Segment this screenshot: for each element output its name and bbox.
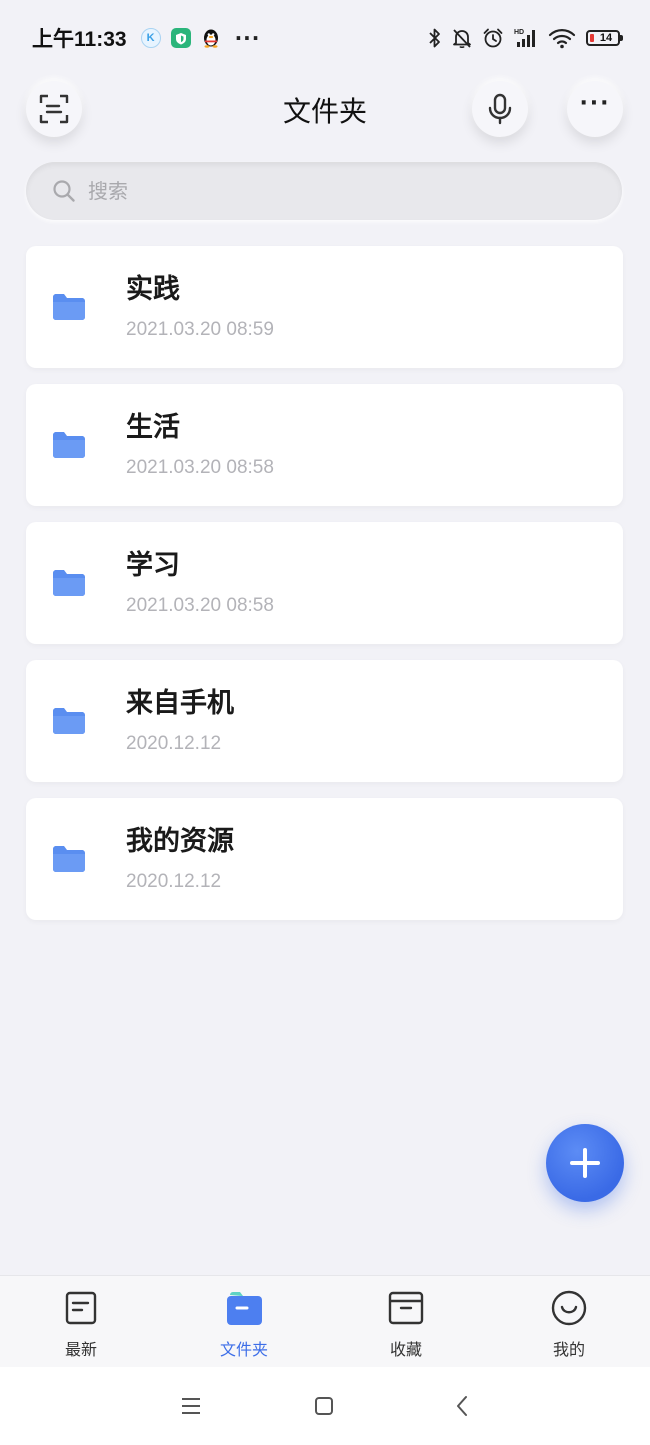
more-dots-icon: ··· [579, 91, 611, 116]
search-bar[interactable] [26, 162, 622, 220]
bell-muted-icon [451, 27, 473, 49]
folder-icon [53, 570, 85, 596]
folder-date: 2020.12.12 [126, 871, 222, 892]
nav-label: 最新 [64, 1340, 97, 1359]
menu-icon [182, 1398, 200, 1414]
folder-text: 实践 2021.03.20 08:59 [126, 273, 274, 341]
nav-favorites[interactable]: 收藏 [356, 1288, 456, 1360]
bluetooth-icon [428, 27, 442, 49]
folder-icon [53, 432, 85, 458]
penguin-app-icon [201, 28, 221, 48]
wifi-icon [548, 27, 576, 49]
k-app-icon: K [140, 28, 161, 48]
folder-icon [227, 1292, 262, 1325]
folder-name: 生活 [126, 412, 180, 443]
battery-icon: 14 [586, 30, 623, 46]
add-folder-button[interactable] [546, 1124, 624, 1202]
nav-label: 我的 [552, 1340, 585, 1359]
status-right: HD 14 [419, 27, 623, 49]
shield-app-icon [170, 28, 191, 48]
folder-item[interactable]: 我的资源 2020.12.12 [26, 798, 623, 920]
voice-button[interactable] [472, 81, 528, 137]
archive-box-icon [388, 1291, 424, 1325]
more-button[interactable]: ··· [567, 81, 623, 137]
system-home-button[interactable] [309, 1391, 339, 1421]
document-icon [65, 1291, 97, 1325]
smile-icon [551, 1290, 587, 1326]
back-chevron-icon [457, 1396, 467, 1416]
nav-latest[interactable]: 最新 [31, 1288, 131, 1360]
status-bar: 上午11:33 K ··· HD 14 [0, 0, 650, 76]
nav-label: 文件夹 [219, 1340, 268, 1359]
folder-date: 2021.03.20 08:58 [126, 595, 274, 616]
battery-percent: 14 [599, 32, 613, 44]
system-back-button[interactable] [447, 1391, 477, 1421]
status-left: 上午11:33 K ··· [32, 23, 260, 53]
folder-icon [53, 294, 85, 320]
folder-item[interactable]: 来自手机 2020.12.12 [26, 660, 623, 782]
folder-item[interactable]: 学习 2021.03.20 08:58 [26, 522, 623, 644]
folder-icon [53, 708, 85, 734]
bottom-nav: 最新 文件夹 收藏 我的 [0, 1275, 650, 1367]
folder-text: 生活 2021.03.20 08:58 [126, 411, 274, 479]
page-title: 文件夹 [282, 95, 367, 128]
folder-date: 2021.03.20 08:58 [126, 457, 274, 478]
search-input[interactable] [86, 178, 570, 204]
microphone-icon [488, 93, 512, 125]
alarm-icon [482, 27, 504, 49]
home-square-icon [315, 1397, 333, 1415]
search-icon [53, 180, 75, 202]
folder-name: 学习 [126, 550, 180, 581]
nav-mine[interactable]: 我的 [519, 1288, 619, 1360]
system-menu-button[interactable] [176, 1391, 206, 1421]
folder-text: 来自手机 2020.12.12 [126, 687, 234, 755]
app-header: 文件夹 ··· [0, 76, 650, 144]
folder-name: 我的资源 [126, 826, 234, 857]
battery-level [590, 34, 594, 42]
folder-list: 实践 2021.03.20 08:59 生活 2021.03.20 08:58 … [26, 246, 623, 936]
folder-name: 实践 [126, 274, 180, 305]
folder-text: 我的资源 2020.12.12 [126, 825, 234, 893]
nav-folders[interactable]: 文件夹 [194, 1288, 294, 1360]
folder-item[interactable]: 生活 2021.03.20 08:58 [26, 384, 623, 506]
status-more-dots: ··· [234, 26, 261, 50]
signal-icon: HD [513, 27, 539, 49]
status-time: 上午11:33 [32, 28, 127, 51]
folder-date: 2020.12.12 [126, 733, 222, 754]
folder-item[interactable]: 实践 2021.03.20 08:59 [26, 246, 623, 368]
nav-label: 收藏 [389, 1340, 422, 1359]
folder-name: 来自手机 [126, 688, 234, 719]
plus-icon [570, 1148, 600, 1178]
system-nav-bar [0, 1367, 650, 1445]
folder-text: 学习 2021.03.20 08:58 [126, 549, 274, 617]
svg-text:HD: HD [514, 29, 524, 36]
folder-icon [53, 846, 85, 872]
folder-date: 2021.03.20 08:59 [126, 319, 274, 340]
